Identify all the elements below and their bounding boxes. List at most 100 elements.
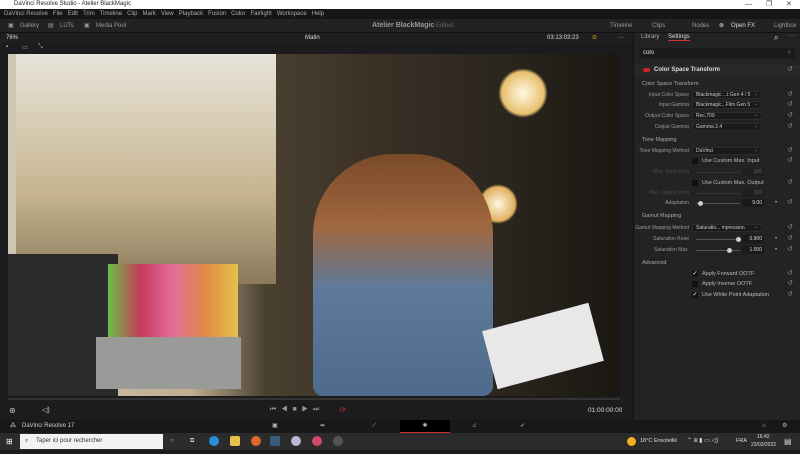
menu-davinci[interactable]: DaVinci Resolve [4, 11, 48, 17]
menu-clip[interactable]: Clip [127, 11, 137, 17]
language[interactable]: FRA [736, 433, 747, 450]
tab-library[interactable]: Library [641, 34, 659, 40]
settings-icon[interactable]: ⚙ [782, 420, 787, 433]
keyframe-icon[interactable]: • [775, 245, 777, 255]
bypass-icon[interactable]: ⊘ [592, 33, 597, 43]
clip-name-dropdown[interactable]: Matin [305, 33, 320, 43]
keyframe-icon[interactable]: • [775, 234, 777, 244]
openfx-button[interactable]: Open FX [731, 19, 755, 33]
reset-icon[interactable]: ↺ [787, 100, 793, 110]
reset-icon[interactable]: ↺ [787, 279, 793, 289]
loop-icon[interactable]: ⟳ [340, 406, 346, 414]
section-advanced[interactable]: Advanced [642, 258, 666, 268]
explorer-icon[interactable] [230, 436, 240, 446]
saturation-knee-slider[interactable] [696, 237, 741, 242]
tray-icons[interactable]: ⌃ ⧈ ▮ ▭ ◁) [687, 433, 718, 450]
menu-workspace[interactable]: Workspace [277, 11, 307, 17]
nodes-button[interactable]: Nodes [692, 19, 709, 33]
wipe-icon[interactable]: ⤡ [38, 44, 43, 51]
menu-color[interactable]: Color [231, 11, 245, 17]
reset-icon[interactable]: ↺ [787, 234, 793, 244]
effect-toggle[interactable] [643, 68, 650, 72]
menu-trim[interactable]: Trim [83, 11, 95, 17]
section-cst[interactable]: Color Space Transform [642, 79, 699, 89]
reset-icon[interactable]: ↺ [787, 65, 793, 75]
menu-playback[interactable]: Playback [179, 11, 203, 17]
menu-help[interactable]: Help [312, 11, 324, 17]
input-gamma-dropdown[interactable]: Blackmagic...Film Gen 5 [692, 101, 762, 109]
minimize-button[interactable]: — [745, 0, 752, 9]
edit-page-icon[interactable]: ⇹ [320, 420, 325, 433]
menu-edit[interactable]: Edit [68, 11, 78, 17]
gamut-mapping-dropdown[interactable]: Saturatio... mpression [692, 224, 762, 232]
scrubber[interactable] [8, 398, 620, 400]
clear-search-icon[interactable]: × [787, 48, 791, 58]
section-tone[interactable]: Tone Mapping [642, 135, 677, 145]
adaptation-slider[interactable] [696, 201, 740, 206]
forward-ootf-checkbox[interactable]: ✓ [692, 271, 698, 277]
color-wheel-icon[interactable]: ⊛ [9, 406, 16, 415]
adaptation-value[interactable]: 9.00 [742, 199, 764, 207]
taskbar-search[interactable]: ⌕ Taper ici pour rechercher [20, 434, 163, 449]
output-color-space-dropdown[interactable]: Rec.709 [692, 112, 762, 120]
deliver-page-icon[interactable]: ➶ [520, 420, 525, 433]
custom-output-checkbox[interactable] [692, 180, 698, 186]
clips-button[interactable]: Clips [652, 19, 665, 33]
fairlight-page-icon[interactable]: ♫ [472, 420, 477, 433]
keyframe-icon[interactable]: • [775, 198, 777, 208]
white-point-checkbox[interactable]: ✓ [692, 292, 698, 298]
saturation-max-slider[interactable] [696, 248, 740, 253]
saturation-max-value[interactable]: 1.000 [742, 246, 764, 254]
menu-view[interactable]: View [161, 11, 174, 17]
max-output-value[interactable]: 100 [742, 189, 764, 197]
search-icon[interactable]: ⌕ [774, 33, 778, 43]
menu-mark[interactable]: Mark [143, 11, 156, 17]
reset-icon[interactable]: ↺ [787, 156, 793, 166]
davinci-taskbar-icon[interactable] [270, 436, 280, 446]
fusion-page-icon[interactable]: ⟋ [372, 420, 376, 433]
task-view-icon[interactable]: ⧉ [190, 433, 194, 450]
close-button[interactable]: ✕ [786, 0, 792, 9]
inverse-ootf-checkbox[interactable] [692, 281, 698, 287]
gallery-button[interactable]: Gallery [20, 19, 39, 33]
reset-icon[interactable]: ↺ [787, 290, 793, 300]
reset-icon[interactable]: ↺ [787, 223, 793, 233]
lightbox-button[interactable]: Lightbox [774, 19, 797, 33]
slider-knob[interactable] [698, 201, 704, 206]
search-input[interactable]: colo × [640, 48, 795, 58]
custom-input-checkbox[interactable] [692, 158, 698, 164]
more-icon[interactable]: ··· [789, 33, 795, 39]
reset-icon[interactable]: ↺ [787, 146, 793, 156]
output-gamma-dropdown[interactable]: Gamma 2.4 [692, 123, 762, 131]
reset-icon[interactable]: ↺ [787, 269, 793, 279]
slider-knob[interactable] [735, 237, 741, 242]
app-icon[interactable] [333, 436, 343, 446]
reset-icon[interactable]: ↺ [787, 111, 793, 121]
section-gamut[interactable]: Gamut Mapping [642, 211, 681, 221]
slider-knob[interactable] [726, 248, 732, 253]
cortana-icon[interactable]: ○ [170, 433, 174, 450]
effect-header[interactable]: Color Space Transform ↺ [634, 65, 800, 75]
app-icon[interactable] [291, 436, 301, 446]
input-color-space-dropdown[interactable]: Blackmagic ...t Gen 4 / 5 [692, 91, 762, 99]
windows-start-icon[interactable]: ⊞ [6, 433, 13, 450]
luts-button[interactable]: LUTs [60, 19, 74, 33]
media-pool-button[interactable]: Media Pool [96, 19, 126, 33]
edge-icon[interactable] [209, 436, 219, 446]
reset-icon[interactable]: ↺ [787, 198, 793, 208]
zoom-dropdown[interactable]: 76% [6, 33, 18, 43]
menu-fairlight[interactable]: Fairlight [250, 11, 271, 17]
app-icon[interactable] [251, 436, 261, 446]
media-page-icon[interactable]: ▣ [272, 420, 278, 433]
clock-date[interactable]: 23/03/2022 [751, 437, 776, 454]
menu-fusion[interactable]: Fusion [208, 11, 226, 17]
reset-icon[interactable]: ↺ [787, 178, 793, 188]
audio-icon[interactable]: ◁) [42, 406, 50, 414]
menu-file[interactable]: File [53, 11, 63, 17]
color-page-icon[interactable]: ✺ [400, 420, 450, 433]
reset-icon[interactable]: ↺ [787, 90, 793, 100]
playback-controls[interactable]: ⏮◀■▶⏭ [270, 406, 324, 414]
notifications-icon[interactable]: ▤ [784, 433, 792, 450]
timeline-button[interactable]: Timeline [610, 19, 632, 33]
video-viewer[interactable] [8, 54, 620, 396]
